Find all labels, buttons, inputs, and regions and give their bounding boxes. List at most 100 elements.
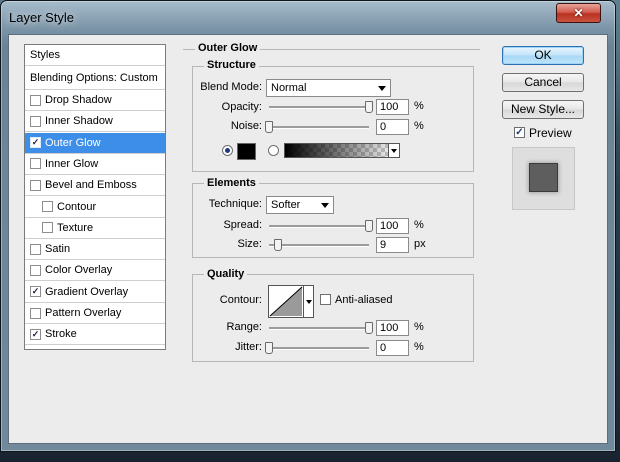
style-item-label: Outer Glow	[45, 136, 101, 149]
blend-mode-dropdown[interactable]: Normal	[266, 79, 391, 97]
check-icon: ✓	[31, 286, 40, 297]
style-item-checkbox[interactable]	[30, 158, 41, 170]
style-item[interactable]: Bevel and Emboss	[25, 175, 165, 197]
spread-slider[interactable]	[269, 225, 369, 228]
style-item-label: Color Overlay	[45, 264, 113, 277]
style-item[interactable]: Inner Shadow	[25, 111, 165, 133]
range-slider[interactable]	[269, 327, 369, 330]
noise-input[interactable]: 0	[376, 119, 409, 135]
anti-aliased-checkbox[interactable]	[320, 294, 331, 305]
jitter-unit: %	[414, 341, 424, 353]
style-item-label: Stroke	[45, 328, 77, 341]
opacity-input[interactable]: 100	[376, 99, 409, 115]
opacity-unit: %	[414, 100, 424, 112]
size-input[interactable]: 9	[376, 237, 409, 253]
glow-color-swatch[interactable]	[237, 143, 256, 160]
elements-title: Elements	[204, 177, 259, 189]
check-icon: ✓	[31, 137, 40, 148]
blending-options-item[interactable]: Blending Options: Custom	[25, 66, 165, 90]
style-item[interactable]: Pattern Overlay	[25, 303, 165, 324]
technique-dropdown[interactable]: Softer	[266, 196, 334, 214]
jitter-slider[interactable]	[269, 347, 369, 350]
style-item[interactable]: Color Overlay	[25, 260, 165, 282]
style-item-checkbox[interactable]: ✓	[30, 137, 41, 149]
style-item[interactable]: Texture	[25, 218, 165, 239]
contour-curve-icon	[269, 286, 303, 317]
style-item-checkbox[interactable]	[30, 307, 41, 319]
jitter-input[interactable]: 0	[376, 340, 409, 356]
spread-input[interactable]: 100	[376, 218, 409, 234]
style-item-checkbox[interactable]	[30, 243, 41, 255]
blend-mode-label: Blend Mode:	[200, 81, 262, 93]
preview-layer-square	[529, 163, 558, 192]
range-label: Range:	[226, 321, 262, 333]
style-item-checkbox[interactable]	[30, 94, 41, 106]
title-bar[interactable]: Layer Style ✕	[1, 1, 615, 35]
contour-label: Contour:	[219, 294, 262, 306]
style-item-checkbox[interactable]: ✓	[30, 286, 41, 298]
styles-list: Styles Blending Options: Custom Drop Sha…	[24, 44, 166, 350]
check-icon: ✓	[515, 126, 524, 138]
style-item[interactable]: ✓ Outer Glow	[25, 132, 165, 154]
style-item[interactable]: ✓ Stroke	[25, 324, 165, 346]
chevron-down-icon	[388, 144, 399, 157]
noise-slider-thumb[interactable]	[265, 121, 273, 133]
opacity-slider-thumb[interactable]	[365, 101, 373, 113]
glow-gradient-picker[interactable]	[284, 143, 400, 158]
size-slider[interactable]	[269, 244, 369, 247]
cancel-button[interactable]: Cancel	[502, 73, 584, 92]
style-item[interactable]: Contour	[25, 197, 165, 218]
styles-header[interactable]: Styles	[25, 45, 165, 66]
style-item-checkbox[interactable]: ✓	[30, 328, 41, 340]
style-item-label: Texture	[57, 221, 94, 234]
contour-picker[interactable]	[268, 285, 304, 318]
ok-button[interactable]: OK	[502, 46, 584, 65]
radio-selected-dot	[225, 148, 230, 153]
close-icon: ✕	[573, 6, 584, 20]
size-label: Size:	[237, 238, 262, 250]
style-item[interactable]: Drop Shadow	[25, 90, 165, 111]
noise-slider[interactable]	[269, 126, 369, 129]
style-item-label: Bevel and Emboss	[45, 179, 137, 192]
contour-dropdown-arrow[interactable]	[304, 285, 314, 318]
size-slider-thumb[interactable]	[274, 239, 282, 251]
preview-thumbnail	[512, 147, 575, 210]
style-item[interactable]: ✓ Gradient Overlay	[25, 282, 165, 303]
preview-label: Preview	[529, 126, 572, 140]
structure-title: Structure	[204, 59, 259, 71]
style-item-label: Contour	[57, 200, 97, 213]
noise-unit: %	[414, 120, 424, 132]
style-item-checkbox[interactable]	[30, 115, 41, 127]
style-item-checkbox[interactable]	[42, 222, 53, 234]
close-button[interactable]: ✕	[556, 3, 601, 23]
styles-header-label: Styles	[30, 49, 60, 61]
technique-label: Technique:	[208, 198, 262, 210]
style-item-checkbox[interactable]	[30, 179, 41, 191]
style-item-label: Pattern Overlay	[45, 307, 122, 319]
style-item[interactable]: Inner Glow	[25, 154, 165, 175]
technique-value: Softer	[271, 199, 301, 211]
chevron-down-icon	[378, 86, 386, 91]
style-item-label: Inner Shadow	[45, 115, 113, 128]
style-item-label: Gradient Overlay	[45, 285, 129, 298]
new-style-button[interactable]: New Style...	[502, 100, 584, 119]
spread-slider-thumb[interactable]	[365, 220, 373, 232]
preview-checkbox[interactable]: ✓	[514, 127, 525, 138]
range-input[interactable]: 100	[376, 320, 409, 336]
style-item-checkbox[interactable]	[42, 201, 53, 212]
gradient-radio[interactable]	[268, 145, 279, 156]
style-item-checkbox[interactable]	[30, 264, 41, 276]
range-unit: %	[414, 321, 424, 333]
jitter-label: Jitter:	[235, 341, 262, 353]
dialog-title: Layer Style	[9, 10, 75, 25]
opacity-slider[interactable]	[269, 106, 369, 109]
jitter-slider-thumb[interactable]	[265, 342, 273, 354]
quality-title: Quality	[204, 268, 248, 280]
outer-glow-title: Outer Glow	[195, 42, 261, 54]
anti-aliased-label: Anti-aliased	[335, 294, 393, 306]
opacity-label: Opacity:	[221, 101, 262, 113]
solid-color-radio[interactable]	[222, 145, 233, 156]
range-slider-thumb[interactable]	[365, 322, 373, 334]
style-item[interactable]: Satin	[25, 239, 165, 261]
spread-label: Spread:	[223, 219, 262, 231]
